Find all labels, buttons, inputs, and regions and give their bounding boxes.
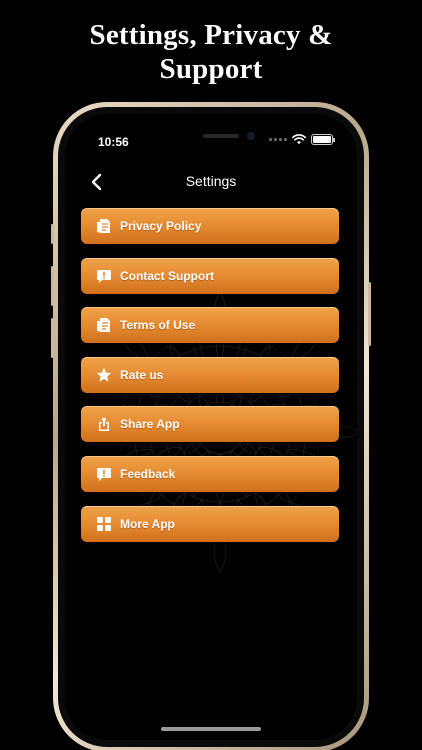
rate-us-label: Rate us [120,367,164,382]
share-app-button[interactable]: Share App [81,406,339,443]
more-app-button[interactable]: More App [81,505,339,542]
cellular-signal-icon [269,138,287,141]
feedback-label: Feedback [120,466,176,481]
message-alert-icon [95,465,112,482]
document-icon [95,317,112,334]
terms-of-use-label: Terms of Use [120,318,196,333]
share-app-label: Share App [120,417,180,432]
privacy-policy-label: Privacy Policy [120,219,202,233]
status-time: 10:56 [98,135,129,149]
volume-down-button [51,318,54,358]
battery-level-fill [313,136,331,143]
rate-us-button[interactable]: Rate us [81,356,339,393]
battery-icon [311,134,335,145]
promo-headline-line-1: Settings, Privacy & [89,19,333,51]
contact-support-label: Contact Support [120,268,214,283]
document-icon [95,218,112,235]
promo-headline-line-2: Support [159,53,263,85]
terms-of-use-button[interactable]: Terms of Use [81,307,339,344]
mute-switch [51,224,54,244]
power-button [368,282,371,346]
volume-up-button [51,266,54,306]
contact-support-button[interactable]: Contact Support [81,257,339,294]
home-indicator [161,727,261,731]
privacy-policy-button[interactable]: Privacy Policy [81,208,339,244]
promo-headline: Settings, Privacy & Support [0,18,422,86]
more-app-label: More App [120,516,175,531]
share-icon [95,416,112,433]
status-icons [269,134,335,145]
settings-menu: Privacy Policy Contact Support Terms of … [81,208,339,555]
earpiece-speaker [203,134,239,138]
feedback-button[interactable]: Feedback [81,455,339,492]
wifi-icon [292,134,306,145]
phone-screen: 10:56 Settings Privacy Policy Contact Su… [65,114,357,740]
grid-icon [95,515,112,532]
page-title: Settings [185,173,237,189]
star-icon [95,366,112,383]
phone-bezel: 10:56 Settings Privacy Policy Contact Su… [58,107,364,747]
message-alert-icon [95,267,112,284]
phone-frame: 10:56 Settings Privacy Policy Contact Su… [51,102,371,750]
front-camera [247,132,255,140]
